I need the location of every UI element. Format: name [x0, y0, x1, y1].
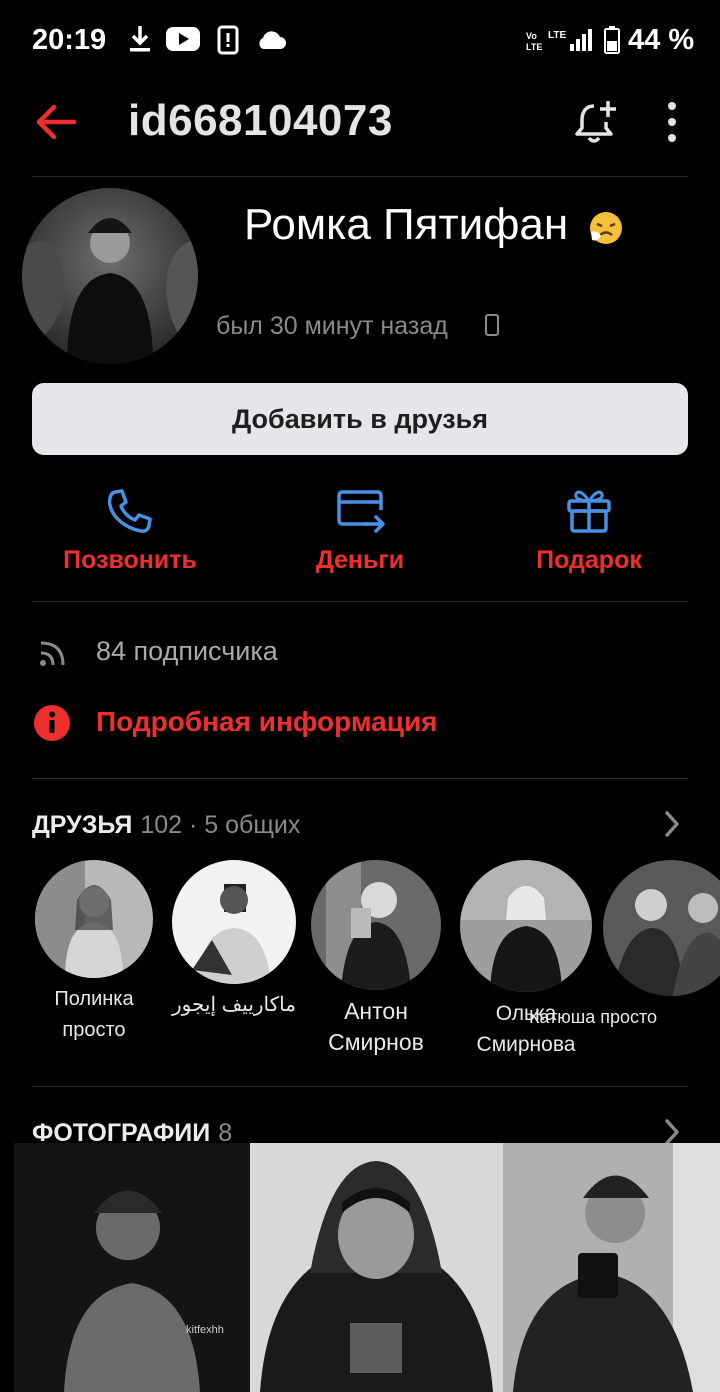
add-friend-button[interactable]: Добавить в друзья — [32, 383, 688, 455]
friends-section-header[interactable]: ДРУЗЬЯ 102 · 5 общих — [32, 811, 300, 840]
bell-plus-icon[interactable] — [572, 98, 620, 146]
divider — [32, 1086, 688, 1087]
signal-icon: LTE — [548, 29, 592, 51]
gift-icon — [567, 490, 611, 533]
volte-icon: Vo LTE — [526, 31, 542, 52]
gift-action[interactable]: Подарок — [489, 486, 689, 586]
friend-avatar — [35, 860, 153, 978]
phone-icon — [107, 489, 152, 533]
chevron-right-icon[interactable] — [662, 810, 682, 838]
gift-label: Подарок — [536, 546, 642, 574]
friend-avatar — [603, 860, 720, 996]
photo-thumbnail[interactable]: kitfexhh — [14, 1143, 250, 1392]
friend-name: ماكارييف إيجور — [172, 994, 296, 1016]
info-icon — [34, 705, 70, 741]
mobile-device-icon — [485, 314, 499, 336]
friend-name: Полинка просто — [54, 988, 134, 1041]
svg-text:LTE: LTE — [526, 42, 542, 52]
call-action[interactable]: Позвонить — [30, 486, 230, 586]
friend-item[interactable]: Полинка просто — [24, 860, 164, 1046]
youtube-icon — [166, 27, 200, 51]
friend-avatar — [460, 860, 592, 992]
back-arrow-icon[interactable] — [34, 100, 78, 144]
divider — [32, 176, 688, 177]
photo-thumbnail[interactable] — [503, 1143, 720, 1392]
status-time: 20:19 — [32, 24, 107, 56]
call-label: Позвонить — [63, 546, 197, 574]
divider — [32, 778, 688, 779]
friend-item[interactable]: Катюша просто — [529, 860, 720, 1033]
friend-item[interactable]: Антон Смирнов — [310, 860, 442, 1058]
sneezing-face-emoji — [590, 212, 622, 244]
friends-title: ДРУЗЬЯ — [32, 811, 133, 839]
page-title: id668104073 — [128, 96, 393, 145]
battery-percentage: 44 % — [628, 24, 695, 56]
friend-avatar — [311, 860, 441, 990]
download-icon — [130, 26, 150, 52]
more-vertical-icon[interactable] — [660, 100, 684, 144]
photo-watermark: kitfexhh — [186, 1324, 224, 1336]
friends-count: 102 · 5 общих — [140, 811, 301, 839]
divider — [32, 601, 688, 602]
last-seen-text: был 30 минут назад — [216, 312, 448, 340]
avatar[interactable] — [22, 188, 198, 364]
photo-thumbnail[interactable] — [250, 1143, 503, 1392]
battery-icon — [604, 26, 620, 54]
svg-text:Vo: Vo — [526, 31, 537, 41]
money-transfer-icon — [337, 490, 385, 533]
phone-manager-icon — [217, 25, 239, 55]
status-bar: 20:19 Vo LTE LTE 44 % — [0, 0, 720, 82]
friend-avatar — [172, 860, 296, 984]
chevron-right-icon[interactable] — [662, 1118, 682, 1146]
subscribers-count[interactable]: 84 подписчика — [96, 636, 278, 667]
money-label: Деньги — [315, 546, 405, 574]
svg-text:LTE: LTE — [548, 30, 566, 41]
top-app-bar: id668104073 — [0, 82, 720, 176]
friend-name: Катюша просто — [528, 1007, 658, 1027]
profile-name: Ромка Пятифан — [244, 200, 569, 249]
detailed-info-link[interactable]: Подробная информация — [96, 706, 438, 738]
money-action[interactable]: Деньги — [260, 486, 460, 586]
friend-item[interactable]: ماكارييف إيجور — [164, 860, 304, 1021]
cloud-icon — [259, 31, 286, 49]
friend-name: Антон Смирнов — [328, 998, 424, 1055]
rss-icon — [40, 641, 65, 666]
